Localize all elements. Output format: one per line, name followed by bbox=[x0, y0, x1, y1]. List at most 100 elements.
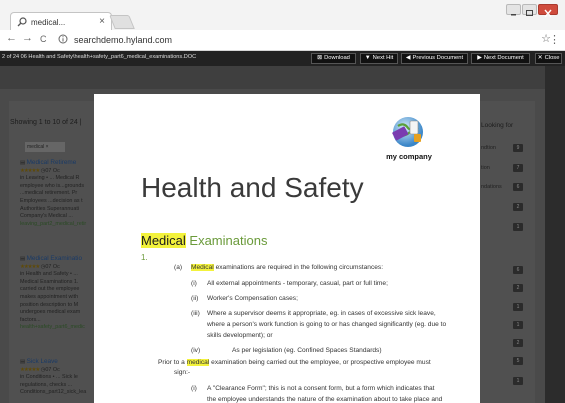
result-title: Sick Leave bbox=[26, 358, 58, 365]
list-text: A "Clearance Form"; this is not a consen… bbox=[207, 385, 435, 392]
facet-item[interactable]: ndtion 9 bbox=[481, 144, 531, 152]
maximize-button[interactable] bbox=[522, 4, 537, 16]
paragraph-text-start: Prior to a bbox=[158, 359, 187, 366]
facet-count: 1 bbox=[513, 223, 523, 231]
right-triangle-icon: ▶ bbox=[477, 55, 482, 61]
down-triangle-icon: ▼ bbox=[364, 55, 371, 61]
result-snippet: employee who is...grounds bbox=[20, 182, 85, 189]
previous-document-button[interactable]: ◀ Previous Document bbox=[401, 53, 468, 64]
results-count: Showing 1 to 10 of 24 | bbox=[10, 119, 82, 126]
document-icon: ▤ bbox=[20, 160, 26, 166]
list-text: where a person's work function is going … bbox=[207, 321, 447, 328]
search-hit-highlight: Medical bbox=[141, 233, 186, 248]
facet-count: 1 bbox=[513, 377, 523, 385]
browser-menu-icon[interactable]: ⋮ bbox=[549, 33, 560, 46]
facet-count: 5 bbox=[513, 357, 523, 365]
facet-count: 1 bbox=[513, 303, 523, 311]
close-icon: ✕ bbox=[537, 55, 543, 61]
url-text: searchdemo.hyland.com bbox=[74, 35, 173, 45]
result-date: 07 Oc bbox=[45, 263, 60, 270]
browser-tab[interactable]: medical... × bbox=[10, 12, 112, 31]
facet-count: 1 bbox=[513, 321, 523, 329]
globe-icon bbox=[392, 117, 423, 147]
next-document-label: Next Document bbox=[483, 55, 524, 61]
result-snippet: Medical Examinations 1. bbox=[20, 278, 79, 285]
new-tab-button[interactable] bbox=[109, 15, 135, 29]
facet-count: 9 bbox=[513, 144, 523, 152]
minimize-icon bbox=[511, 14, 516, 16]
result-snippet: makes appointment with bbox=[20, 293, 79, 300]
result-date: 07 Oc bbox=[45, 167, 60, 174]
facet-label: ndations bbox=[481, 184, 502, 190]
search-hit-highlight: medical bbox=[186, 359, 210, 366]
result-link[interactable]: leaving_part2_medical_retir bbox=[20, 221, 95, 229]
result-snippet: position description to M bbox=[20, 301, 79, 308]
result-date: 07 Oc bbox=[45, 366, 60, 373]
section-number: 1. bbox=[141, 253, 148, 262]
minimize-button[interactable] bbox=[506, 4, 521, 16]
paragraph-label: (a) bbox=[174, 264, 183, 271]
download-button[interactable]: ⊠ Download bbox=[311, 53, 356, 64]
result-stars: ★★★★★ bbox=[20, 167, 40, 174]
search-hit-highlight: Medical bbox=[191, 264, 214, 271]
facet-item[interactable]: ndations 6 bbox=[481, 183, 531, 191]
facet-count: 2 bbox=[513, 284, 523, 292]
result-snippet: Conditions_part12_sick_lea bbox=[20, 389, 87, 396]
list-label: (ii) bbox=[191, 295, 199, 302]
result-link[interactable]: health+safety_part6_medic bbox=[20, 324, 95, 332]
tab-title: medical... bbox=[31, 18, 66, 27]
filter-chip[interactable]: medical × bbox=[25, 142, 65, 152]
paragraph-text: Medical examinations are required in the… bbox=[191, 263, 383, 274]
background-header bbox=[0, 66, 565, 89]
result-snippet: Authorities Superannuati bbox=[20, 205, 80, 212]
facet-count: 6 bbox=[513, 266, 523, 274]
result-snippet: Employees ...decision as t bbox=[20, 197, 83, 204]
paragraph-text: Prior to a medical examination being car… bbox=[158, 358, 431, 369]
document-title: Health and Safety bbox=[141, 172, 364, 203]
facet-label: tion bbox=[481, 165, 490, 171]
address-bar[interactable]: searchdemo.hyland.com bbox=[58, 33, 536, 48]
facet-count: 7 bbox=[513, 164, 523, 172]
document-breadcrumb: 2 of 24 06 Health and Safety\health+safe… bbox=[2, 54, 197, 60]
maximize-icon bbox=[526, 10, 533, 16]
result-snippet: undergoes medical exam bbox=[20, 309, 81, 316]
result-snippet: in Health and Safety • ... bbox=[20, 271, 78, 278]
document-heading: Medical Examinations bbox=[141, 233, 267, 248]
result-snippet: ...medical retirement. Pr bbox=[20, 190, 78, 197]
left-triangle-icon: ◀ bbox=[405, 55, 411, 61]
facet-item[interactable]: tion 7 bbox=[481, 164, 531, 172]
viewer-close-button[interactable]: ✕ Close bbox=[535, 53, 562, 64]
facet-count: 2 bbox=[513, 339, 523, 347]
back-button[interactable]: ← bbox=[6, 32, 17, 44]
result-item[interactable]: ▤ Medical Examinatio ★★★★★ ◷07 Oc in Hea… bbox=[20, 255, 95, 332]
list-text: the employee understands the nature of t… bbox=[207, 396, 443, 403]
paragraph-text-rest: examination being carried out the employ… bbox=[209, 359, 431, 366]
paragraph-text: sign:- bbox=[174, 369, 191, 376]
facet-count: 2 bbox=[513, 203, 523, 211]
background-edge bbox=[545, 66, 565, 403]
reload-button[interactable]: C bbox=[40, 34, 47, 44]
result-title: Medical Examinatio bbox=[26, 255, 83, 262]
list-text: skills development); or bbox=[207, 332, 273, 339]
list-text: All external appointments - temporary, c… bbox=[207, 280, 388, 287]
next-document-button[interactable]: ▶ Next Document bbox=[471, 53, 530, 64]
document-page: my company Health and Safety Medical Exa… bbox=[94, 94, 480, 403]
list-text: Where a supervisor deems it appropriate,… bbox=[207, 310, 436, 317]
info-icon bbox=[58, 34, 68, 44]
result-snippet: regulations, checks ... bbox=[20, 381, 73, 388]
facets-heading: Looking for bbox=[481, 122, 514, 129]
document-icon: ▤ bbox=[20, 359, 26, 365]
result-item[interactable]: ▤ Medical Retireme ★★★★★ ◷07 Oc in Leavi… bbox=[20, 159, 95, 228]
result-snippet: carried out the employee bbox=[20, 286, 80, 293]
paragraph-text-rest: examinations are required in the followi… bbox=[213, 264, 384, 271]
next-hit-label: Next Hit bbox=[372, 55, 394, 61]
previous-document-label: Previous Document bbox=[412, 55, 464, 61]
result-item[interactable]: ▤ Sick Leave ★★★★★ ◷07 Oc in Conditions … bbox=[20, 358, 95, 397]
forward-button[interactable]: → bbox=[22, 32, 33, 44]
window-close-button[interactable] bbox=[538, 4, 558, 18]
next-hit-button[interactable]: ▼ Next Hit bbox=[360, 53, 398, 64]
tab-close-icon[interactable]: × bbox=[99, 16, 105, 27]
browser-tab-strip: medical... × bbox=[0, 0, 565, 31]
facet-label: ndtion bbox=[481, 145, 496, 151]
result-snippet: Company's Medical ... bbox=[20, 213, 73, 220]
